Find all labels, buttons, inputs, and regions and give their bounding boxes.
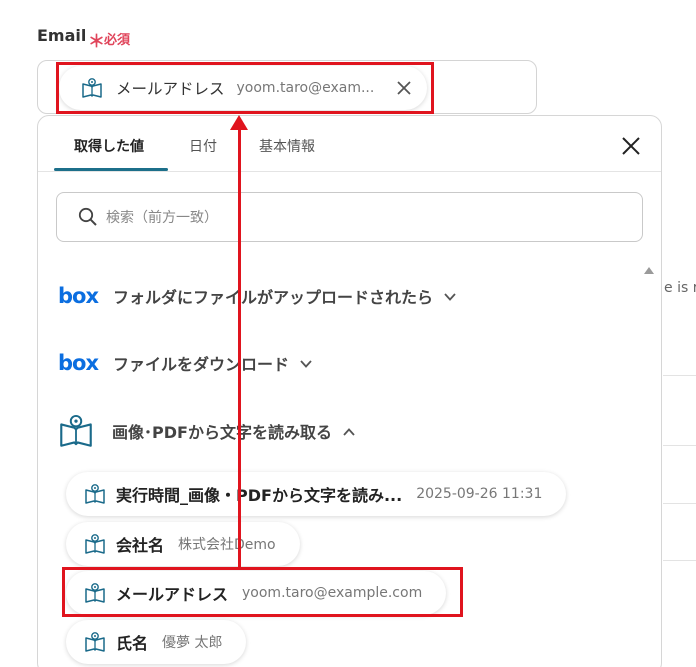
annotation-arrow-shaft [238, 128, 241, 569]
tab-acquired-values[interactable]: 取得した値 [74, 136, 144, 156]
chevron-down-icon [299, 356, 313, 370]
output-item-exec-time[interactable]: 実行時間_画像・PDFから文字を読み... 2025-09-26 11:31 [66, 472, 567, 516]
search-placeholder: 検索（前方一致） [106, 210, 218, 226]
section-file-download[interactable]: box ファイルをダウンロード [58, 351, 313, 375]
section-folder-upload-trigger[interactable]: box フォルダにファイルがアップロードされたら [58, 284, 457, 308]
tab-basic-info[interactable]: 基本情報 [259, 136, 315, 156]
chevron-down-icon [443, 289, 457, 303]
section-ocr-read[interactable]: 画像･PDFから文字を読み取る [58, 413, 356, 449]
output-value: 優夢 太郎 [162, 635, 223, 651]
section-label: 画像･PDFから文字を読み取る [112, 423, 332, 442]
box-logo-icon: box [58, 284, 99, 308]
background-divider [663, 375, 696, 376]
background-text-fragment: e is r [664, 280, 696, 296]
background-divider [663, 445, 696, 446]
tab-date[interactable]: 日付 [189, 136, 217, 156]
search-input[interactable]: 検索（前方一致） [56, 192, 643, 242]
close-icon[interactable] [620, 135, 642, 157]
highlight-box-selected-chip [56, 62, 434, 114]
box-logo-icon: box [58, 351, 99, 375]
background-divider [663, 503, 696, 504]
tab-bar: 取得した値 日付 基本情報 [38, 116, 661, 172]
chevron-up-icon [342, 424, 356, 438]
output-item-company[interactable]: 会社名 株式会社Demo [66, 522, 300, 566]
book-icon [58, 413, 94, 449]
required-label: 必須 [104, 33, 131, 48]
scroll-up-arrow-icon[interactable] [644, 267, 654, 274]
background-divider [663, 560, 696, 561]
output-name: 氏名 [116, 634, 149, 653]
output-item-full-name[interactable]: 氏名 優夢 太郎 [66, 620, 247, 664]
book-icon [84, 533, 106, 555]
output-value: 2025-09-26 11:31 [416, 486, 543, 502]
annotation-arrow-head [230, 115, 248, 130]
email-field-label: Email [37, 26, 87, 45]
active-tab-indicator [54, 168, 168, 171]
section-label: ファイルをダウンロード [113, 355, 290, 374]
book-icon [84, 631, 106, 653]
output-value: 株式会社Demo [178, 537, 276, 553]
output-name: 会社名 [116, 536, 165, 555]
book-icon [84, 483, 106, 505]
section-label: フォルダにファイルがアップロードされたら [113, 288, 434, 307]
highlight-box-email-output [62, 567, 463, 617]
required-asterisk: ＊ [88, 32, 105, 52]
search-icon [78, 207, 98, 227]
output-name: 実行時間_画像・PDFから文字を読み... [116, 486, 403, 505]
